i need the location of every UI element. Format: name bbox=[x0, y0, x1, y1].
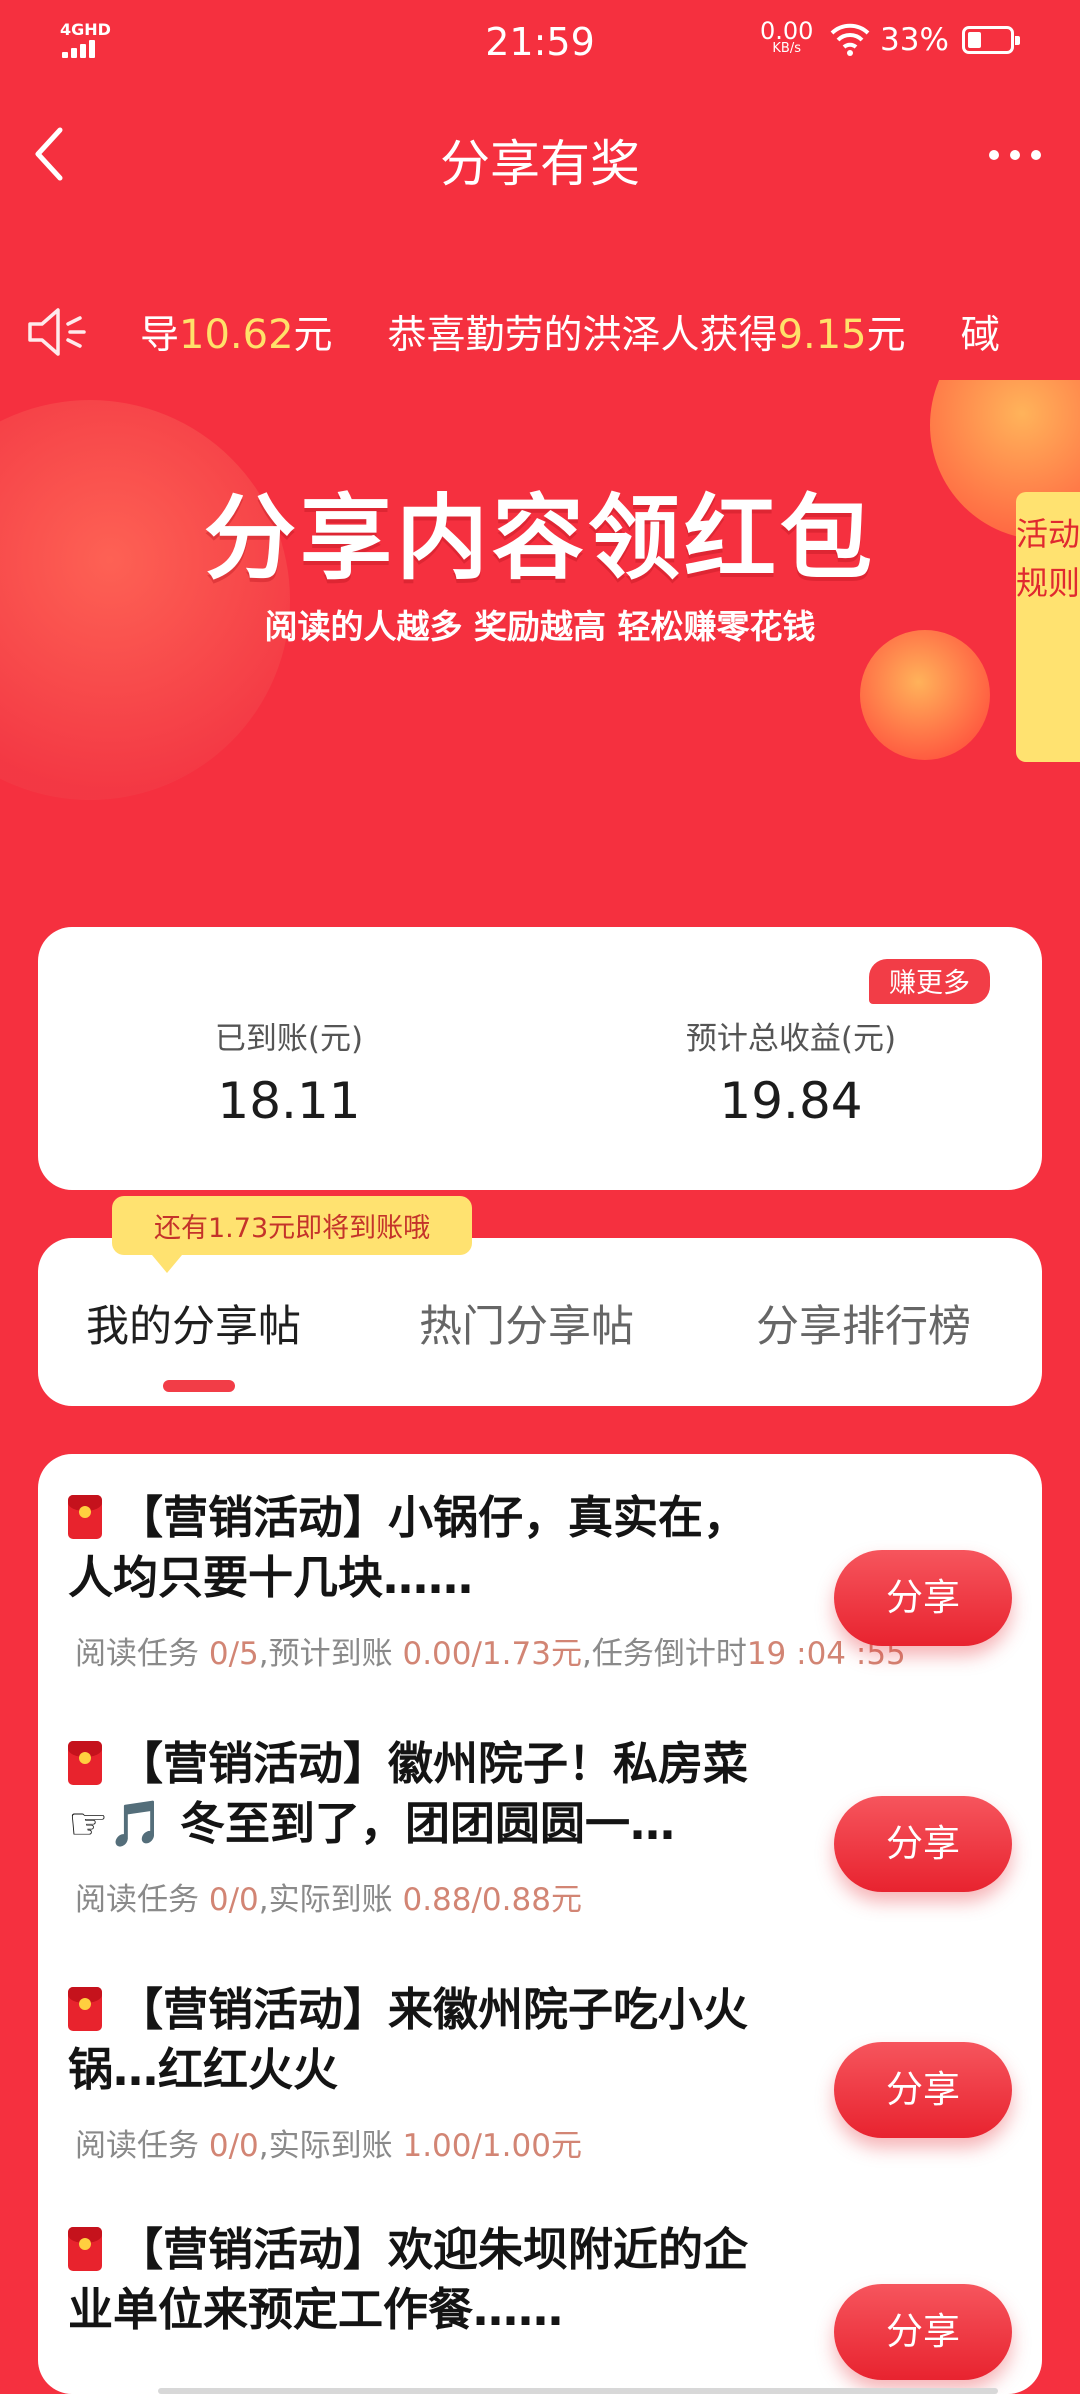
ticker-track: 导10.62元 恭喜勤劳的洪泽人获得9.15元 䂸 bbox=[140, 304, 1080, 360]
received-label: 已到账(元) bbox=[214, 1021, 364, 1057]
post-title: 【营销活动】小锅仔，真实在，人均只要十几块…… bbox=[68, 1491, 749, 1604]
share-button[interactable]: 分享 bbox=[834, 1796, 1012, 1892]
meta-value: 0/5 bbox=[208, 1636, 259, 1672]
header: 分享有奖 bbox=[0, 100, 1080, 210]
red-packet-icon bbox=[68, 1987, 102, 2031]
battery-percent: 33% bbox=[880, 22, 949, 58]
meta-value: 0/0 bbox=[208, 1882, 259, 1918]
wifi-icon bbox=[830, 23, 870, 56]
post-title: 【营销活动】欢迎朱坝附近的企业单位来预定工作餐…… bbox=[68, 2223, 749, 2336]
ticker-item: 导10.62元 bbox=[140, 312, 333, 358]
ticker-item: 恭喜勤劳的洪泽人获得9.15元 bbox=[387, 312, 906, 358]
tabs-card: 我的分享帖 热门分享帖 分享排行榜 bbox=[38, 1238, 1042, 1406]
received-amount: 已到账(元) 18.11 bbox=[38, 1013, 540, 1130]
meta-label: 阅读任务 bbox=[75, 1882, 209, 1918]
post-meta: 阅读任务 0/0,实际到账 0.88/0.88元 bbox=[75, 1874, 582, 1919]
decor-circle bbox=[860, 630, 990, 760]
activity-rules-tab[interactable]: 活动规则 bbox=[1016, 492, 1080, 762]
speaker-icon bbox=[28, 308, 86, 356]
meta-value: 0/0 bbox=[208, 2128, 259, 2164]
share-button[interactable]: 分享 bbox=[834, 1550, 1012, 1646]
expected-value: 19.84 bbox=[719, 1072, 863, 1130]
red-packet-icon bbox=[68, 1741, 102, 1785]
meta-value: 1.00/1.00元 bbox=[402, 2128, 582, 2164]
post-meta: 阅读任务 0/5,预计到账 0.00/1.73元,任务倒计时19 :04 :55 bbox=[75, 1628, 906, 1673]
post-title: 【营销活动】徽州院子！私房菜☞🎵 冬至到了，团团圆圆一… bbox=[68, 1737, 749, 1850]
meta-label: ,任务倒计时 bbox=[581, 1636, 747, 1672]
meta-label: 阅读任务 bbox=[75, 2128, 209, 2164]
post-title: 【营销活动】来徽州院子吃小火锅…红红火火 bbox=[68, 1983, 749, 2096]
ticker-item: 䂸 bbox=[960, 313, 1000, 358]
meta-label: ,实际到账 bbox=[258, 2128, 403, 2164]
banner-subtitle: 阅读的人越多 奖励越高 轻松赚零花钱 bbox=[264, 607, 816, 646]
received-value: 18.11 bbox=[217, 1072, 361, 1130]
more-options-icon[interactable] bbox=[980, 130, 1050, 180]
promo-banner: 分享内容领红包 阅读的人越多 奖励越高 轻松赚零花钱 bbox=[0, 380, 1080, 810]
expected-amount: 预计总收益(元) 19.84 bbox=[540, 1013, 1042, 1130]
tab-my-shares[interactable]: 我的分享帖 bbox=[86, 1292, 301, 1354]
banner-title: 分享内容领红包 bbox=[203, 485, 876, 592]
red-packet-icon bbox=[68, 1495, 102, 1539]
red-packet-icon bbox=[68, 2227, 102, 2271]
active-tab-indicator bbox=[163, 1380, 235, 1392]
share-button[interactable]: 分享 bbox=[834, 2042, 1012, 2138]
network-speed: 0.00 KB/s bbox=[760, 19, 813, 56]
tab-share-ranking[interactable]: 分享排行榜 bbox=[756, 1292, 971, 1354]
expected-label: 预计总收益(元) bbox=[685, 1021, 897, 1057]
status-bar: 4GHD 21:59 0.00 KB/s 33% bbox=[0, 0, 1080, 86]
scroll-indicator bbox=[158, 2388, 998, 2394]
meta-value: 0.00/1.73元 bbox=[402, 1636, 582, 1672]
meta-label: ,实际到账 bbox=[258, 1882, 403, 1918]
battery-icon bbox=[962, 26, 1020, 54]
meta-label: 阅读任务 bbox=[75, 1636, 209, 1672]
pending-amount-tooltip: 还有1.73元即将到账哦 bbox=[112, 1196, 473, 1273]
share-post-list: 【营销活动】小锅仔，真实在，人均只要十几块…… 阅读任务 0/5,预计到账 0.… bbox=[38, 1454, 1042, 2394]
tab-hot-shares[interactable]: 热门分享帖 bbox=[419, 1292, 634, 1354]
post-meta: 阅读任务 0/0,实际到账 1.00/1.00元 bbox=[75, 2120, 582, 2165]
earnings-card: 赚更多 已到账(元) 18.11 预计总收益(元) 19.84 bbox=[38, 927, 1042, 1190]
earn-more-badge[interactable]: 赚更多 bbox=[869, 959, 990, 1004]
winner-ticker: 导10.62元 恭喜勤劳的洪泽人获得9.15元 䂸 bbox=[0, 284, 1080, 380]
share-button[interactable]: 分享 bbox=[834, 2284, 1012, 2380]
meta-label: ,预计到账 bbox=[258, 1636, 403, 1672]
page-title: 分享有奖 bbox=[440, 135, 640, 193]
meta-value: 0.88/0.88元 bbox=[402, 1882, 582, 1918]
